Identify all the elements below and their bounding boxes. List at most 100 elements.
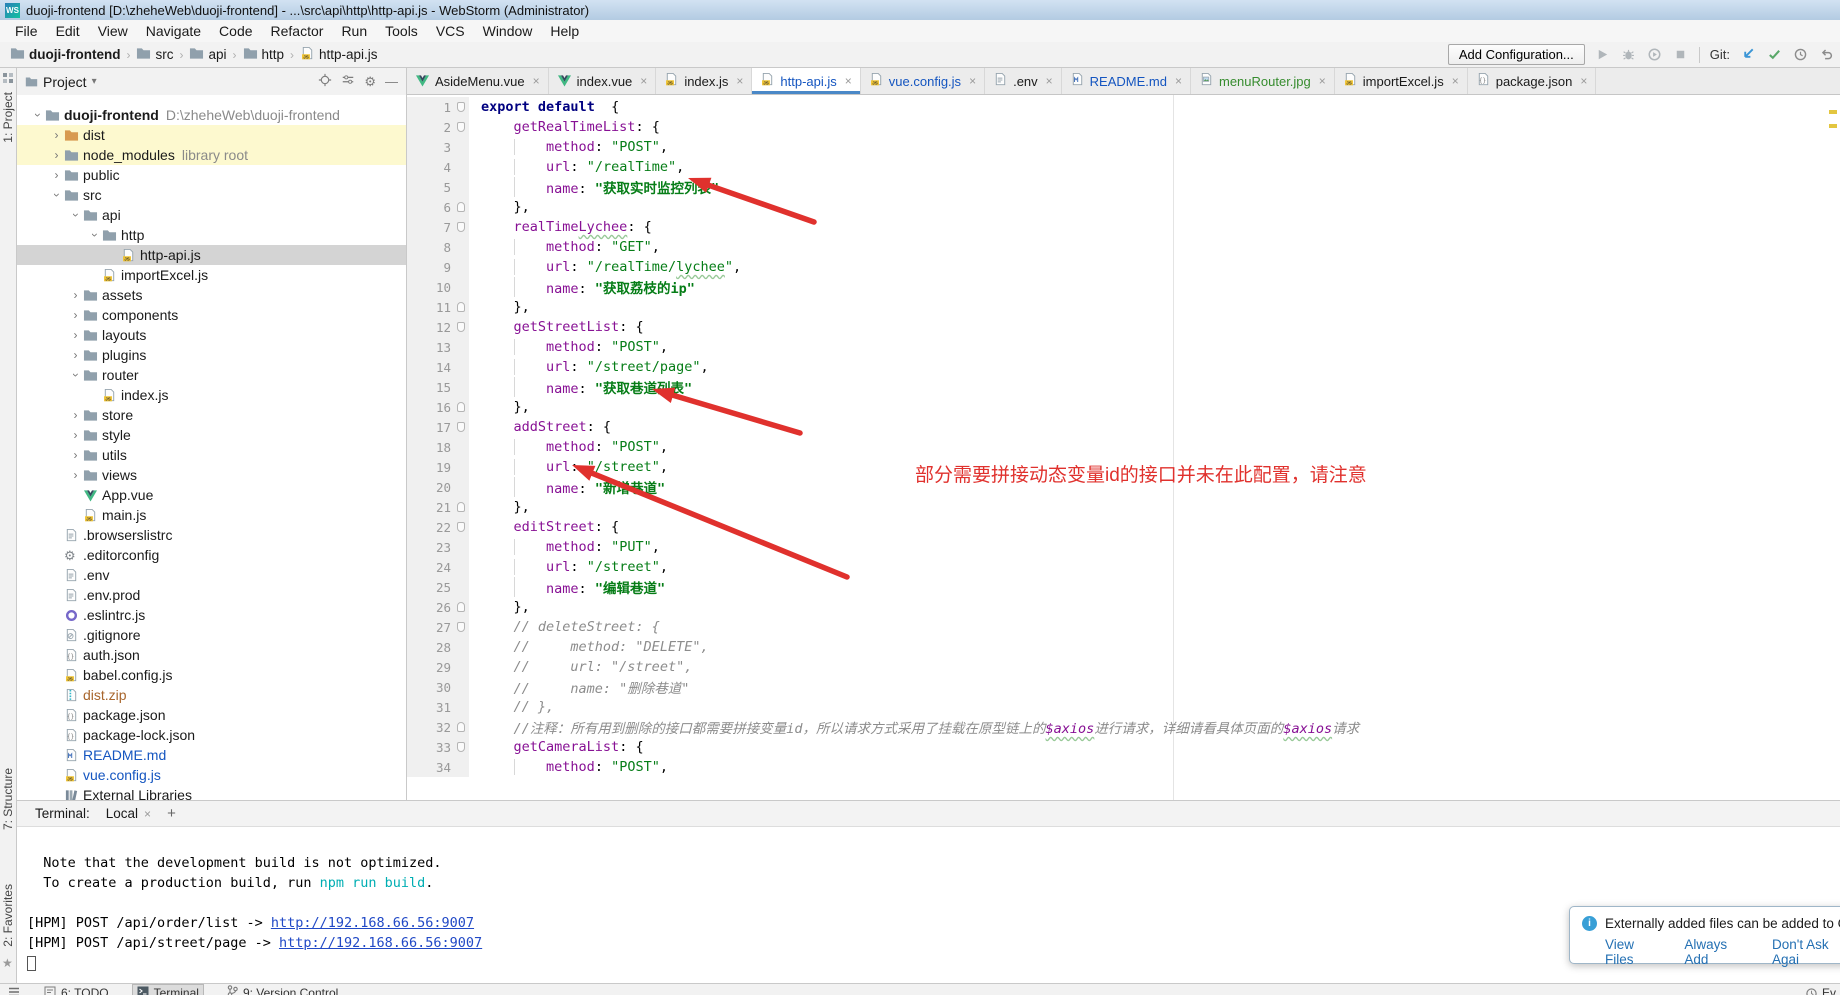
fold-marker-icon[interactable] [457,322,465,332]
tab-.env[interactable]: .env× [985,68,1062,94]
tree-item-.env[interactable]: .env [17,565,406,585]
tab-close-icon[interactable]: × [1580,74,1587,88]
code-line-18[interactable]: 18 method: "POST", [407,437,1840,457]
code-line-2[interactable]: 2 getRealTimeList: { [407,117,1840,137]
tree-item-.browserslistrc[interactable]: .browserslistrc [17,525,406,545]
stop-icon[interactable] [1673,47,1689,63]
tree-item-.gitignore[interactable]: .gitignore [17,625,406,645]
fold-marker-icon[interactable] [457,602,465,612]
code-line-25[interactable]: 25 name: "编辑巷道" [407,577,1840,597]
chevron-right-icon[interactable]: › [68,408,83,422]
menu-item-tools[interactable]: Tools [376,21,427,41]
chevron-right-icon[interactable]: › [68,328,83,342]
tree-item-dist.zip[interactable]: dist.zip [17,685,406,705]
code-line-16[interactable]: 16 }, [407,397,1840,417]
code-line-14[interactable]: 14 url: "/street/page", [407,357,1840,377]
code-line-17[interactable]: 17 addStreet: { [407,417,1840,437]
code-line-28[interactable]: 28 // method: "DELETE", [407,637,1840,657]
tree-item-importExcel.js[interactable]: JSimportExcel.js [17,265,406,285]
tree-item-main.js[interactable]: JSmain.js [17,505,406,525]
menu-item-help[interactable]: Help [541,21,588,41]
tree-item-App.vue[interactable]: App.vue [17,485,406,505]
tree-item-http-api.js[interactable]: JShttp-api.js [17,245,406,265]
menu-item-navigate[interactable]: Navigate [137,21,210,41]
tree-item-router[interactable]: ›router [17,365,406,385]
tab-close-icon[interactable]: × [1046,74,1053,88]
menu-item-view[interactable]: View [89,21,137,41]
fold-marker-icon[interactable] [457,302,465,312]
tab-index.js[interactable]: JSindex.js× [656,68,752,94]
git-update-icon[interactable] [1740,47,1756,63]
chevron-right-icon[interactable]: › [68,448,83,462]
menu-item-refactor[interactable]: Refactor [262,21,333,41]
fold-marker-icon[interactable] [457,742,465,752]
view-options-icon[interactable] [341,73,355,90]
tab-close-icon[interactable]: × [736,74,743,88]
fold-marker-icon[interactable] [457,102,465,112]
code-line-8[interactable]: 8 method: "GET", [407,237,1840,257]
code-line-26[interactable]: 26 }, [407,597,1840,617]
menu-item-run[interactable]: Run [332,21,376,41]
code-line-31[interactable]: 31 // }, [407,697,1840,717]
fold-marker-icon[interactable] [457,522,465,532]
tool-button-structure[interactable]: 7: Structure [1,768,16,830]
event-log-item[interactable]: Ev [1806,985,1836,995]
tab-index.vue[interactable]: index.vue× [549,68,657,94]
chevron-right-icon[interactable]: › [68,308,83,322]
tool-button-project[interactable]: 1: Project [1,92,16,143]
code-line-32[interactable]: 32 //注释：所有用到删除的接口都需要拼接变量id，所以请求方式采用了挂载在原… [407,717,1840,737]
tab-close-icon[interactable]: × [1319,74,1326,88]
terminal-tab-local[interactable]: Local × [106,806,151,821]
breadcrumb-item-http-api.js[interactable]: JShttp-api.js [300,46,378,64]
tab-importExcel.js[interactable]: JSimportExcel.js× [1335,68,1468,94]
run-icon[interactable] [1595,47,1611,63]
tab-package.json[interactable]: {}package.json× [1468,68,1597,94]
code-line-12[interactable]: 12 getStreetList: { [407,317,1840,337]
tree-item-http[interactable]: ›http [17,225,406,245]
terminal-output[interactable]: Note that the development build is not o… [17,827,1840,973]
tree-item-components[interactable]: ›components [17,305,406,325]
chevron-right-icon[interactable]: › [49,148,64,162]
tab-close-icon[interactable]: × [533,74,540,88]
tab-vue.config.js[interactable]: JSvue.config.js× [861,68,985,94]
code-line-27[interactable]: 27 // deleteStreet: { [407,617,1840,637]
always-add-link[interactable]: Always Add [1684,937,1752,967]
breadcrumb-item-src[interactable]: src [136,46,173,63]
tab-AsideMenu.vue[interactable]: AsideMenu.vue× [407,68,549,94]
code-line-15[interactable]: 15 name: "获取巷道列表" [407,377,1840,397]
tree-item-layouts[interactable]: ›layouts [17,325,406,345]
chevron-right-icon[interactable]: › [49,128,64,142]
code-line-1[interactable]: 1export default { [407,97,1840,117]
code-area[interactable]: 1export default {2 getRealTimeList: {3 m… [407,95,1840,800]
tab-close-icon[interactable]: × [969,74,976,88]
history-icon[interactable] [1792,47,1808,63]
code-line-34[interactable]: 34 method: "POST", [407,757,1840,777]
code-line-13[interactable]: 13 method: "POST", [407,337,1840,357]
tab-close-icon[interactable]: × [1175,74,1182,88]
code-line-4[interactable]: 4 url: "/realTime", [407,157,1840,177]
fold-marker-icon[interactable] [457,222,465,232]
tab-http-api.js[interactable]: JShttp-api.js× [752,68,860,94]
tree-item-vue.config.js[interactable]: JSvue.config.js [17,765,406,785]
code-line-9[interactable]: 9 url: "/realTime/lychee", [407,257,1840,277]
code-line-22[interactable]: 22 editStreet: { [407,517,1840,537]
tree-item-style[interactable]: ›style [17,425,406,445]
project-panel-title[interactable]: Project ▾ [25,74,97,90]
code-line-10[interactable]: 10 name: "获取荔枝的ip" [407,277,1840,297]
tree-item-plugins[interactable]: ›plugins [17,345,406,365]
tree-item-public[interactable]: ›public [17,165,406,185]
code-line-6[interactable]: 6 }, [407,197,1840,217]
menu-item-file[interactable]: File [6,21,47,41]
tab-README.md[interactable]: README.md× [1062,68,1191,94]
tree-item-api[interactable]: ›api [17,205,406,225]
code-line-29[interactable]: 29 // url: "/street", [407,657,1840,677]
fold-marker-icon[interactable] [457,422,465,432]
tree-item-duoji-frontend[interactable]: ›duoji-frontendD:\zheheWeb\duoji-fronten… [17,105,406,125]
tab-menuRouter.jpg[interactable]: menuRouter.jpg× [1191,68,1335,94]
breadcrumb-item-api[interactable]: api [189,46,226,63]
code-line-7[interactable]: 7 realTimeLychee: { [407,217,1840,237]
statusbar-item-9: Version Control[interactable]: 9: Version Control [227,985,338,995]
hide-panel-icon[interactable]: — [385,74,398,89]
settings-gear-icon[interactable]: ⚙ [364,74,376,90]
tree-item-External Libraries[interactable]: External Libraries [17,785,406,800]
